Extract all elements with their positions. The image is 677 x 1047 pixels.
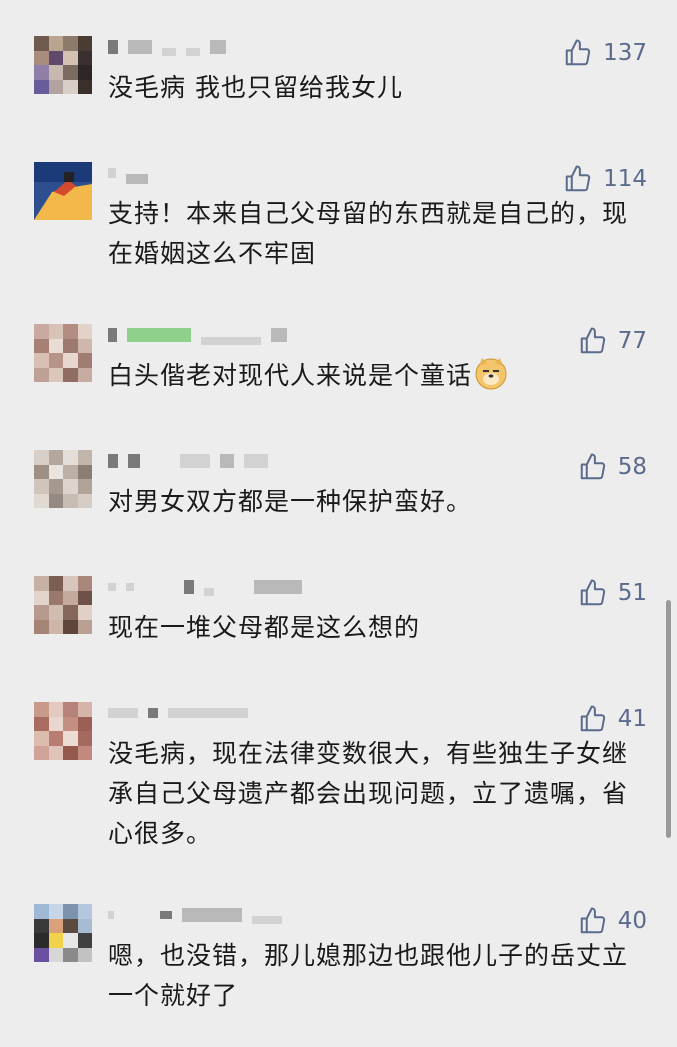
avatar[interactable] [34,702,92,760]
like-count: 41 [617,706,647,732]
username-redacted[interactable] [108,450,268,472]
comment-text-body: 白头偕老对现代人来说是个童话 [108,361,473,390]
comment-text: 白头偕老对现代人来说是个童话 [108,356,638,396]
like-count: 58 [617,454,647,480]
like-button[interactable]: 58 [578,450,647,484]
thumbs-up-icon [580,907,605,934]
like-button[interactable]: 51 [578,576,647,610]
like-button[interactable]: 114 [563,162,647,196]
avatar-image [34,162,92,220]
like-count: 40 [617,908,647,934]
doge-emoji-icon [475,358,507,390]
comment-text: 支持！本来自己父母留的东西就是自己的，现在婚姻这么不牢固 [108,199,629,268]
thumbs-up-icon [580,327,605,354]
thumbs-up-icon [565,39,591,66]
thumbs-up-icon [580,705,605,732]
username-redacted[interactable] [108,576,302,598]
comment-text: 没毛病，现在法律变数很大，有些独生子女继承自己父母遗产都会出现问题，立了遗嘱，省… [108,739,629,848]
comment-text: 没毛病 我也只留给我女儿 [108,73,403,102]
like-button[interactable]: 41 [578,702,647,736]
thumbs-up-icon [565,165,591,192]
like-count: 77 [617,328,647,354]
username-redacted[interactable] [108,36,226,58]
avatar[interactable] [34,162,92,220]
avatar[interactable] [34,36,92,94]
like-count: 114 [603,166,647,192]
like-button[interactable]: 40 [578,904,647,938]
comment-text: 嗯，也没错，那儿媳那边也跟他儿子的岳丈立一个就好了 [108,941,629,1010]
like-count: 137 [603,40,647,66]
avatar[interactable] [34,450,92,508]
username-redacted[interactable] [108,702,248,724]
comment-text: 现在一堆父母都是这么想的 [108,613,421,642]
avatar[interactable] [34,324,92,382]
username-redacted[interactable] [108,324,287,346]
avatar[interactable] [34,576,92,634]
like-count: 51 [617,580,647,606]
scrollbar[interactable] [666,600,671,838]
thumbs-up-icon [580,453,605,480]
avatar[interactable] [34,904,92,962]
username-redacted[interactable] [108,162,148,184]
like-button[interactable]: 77 [578,324,647,358]
username-redacted[interactable] [108,904,282,926]
thumbs-up-icon [580,579,605,606]
like-button[interactable]: 137 [563,36,647,70]
comment-text: 对男女双方都是一种保护蛮好。 [108,487,473,516]
